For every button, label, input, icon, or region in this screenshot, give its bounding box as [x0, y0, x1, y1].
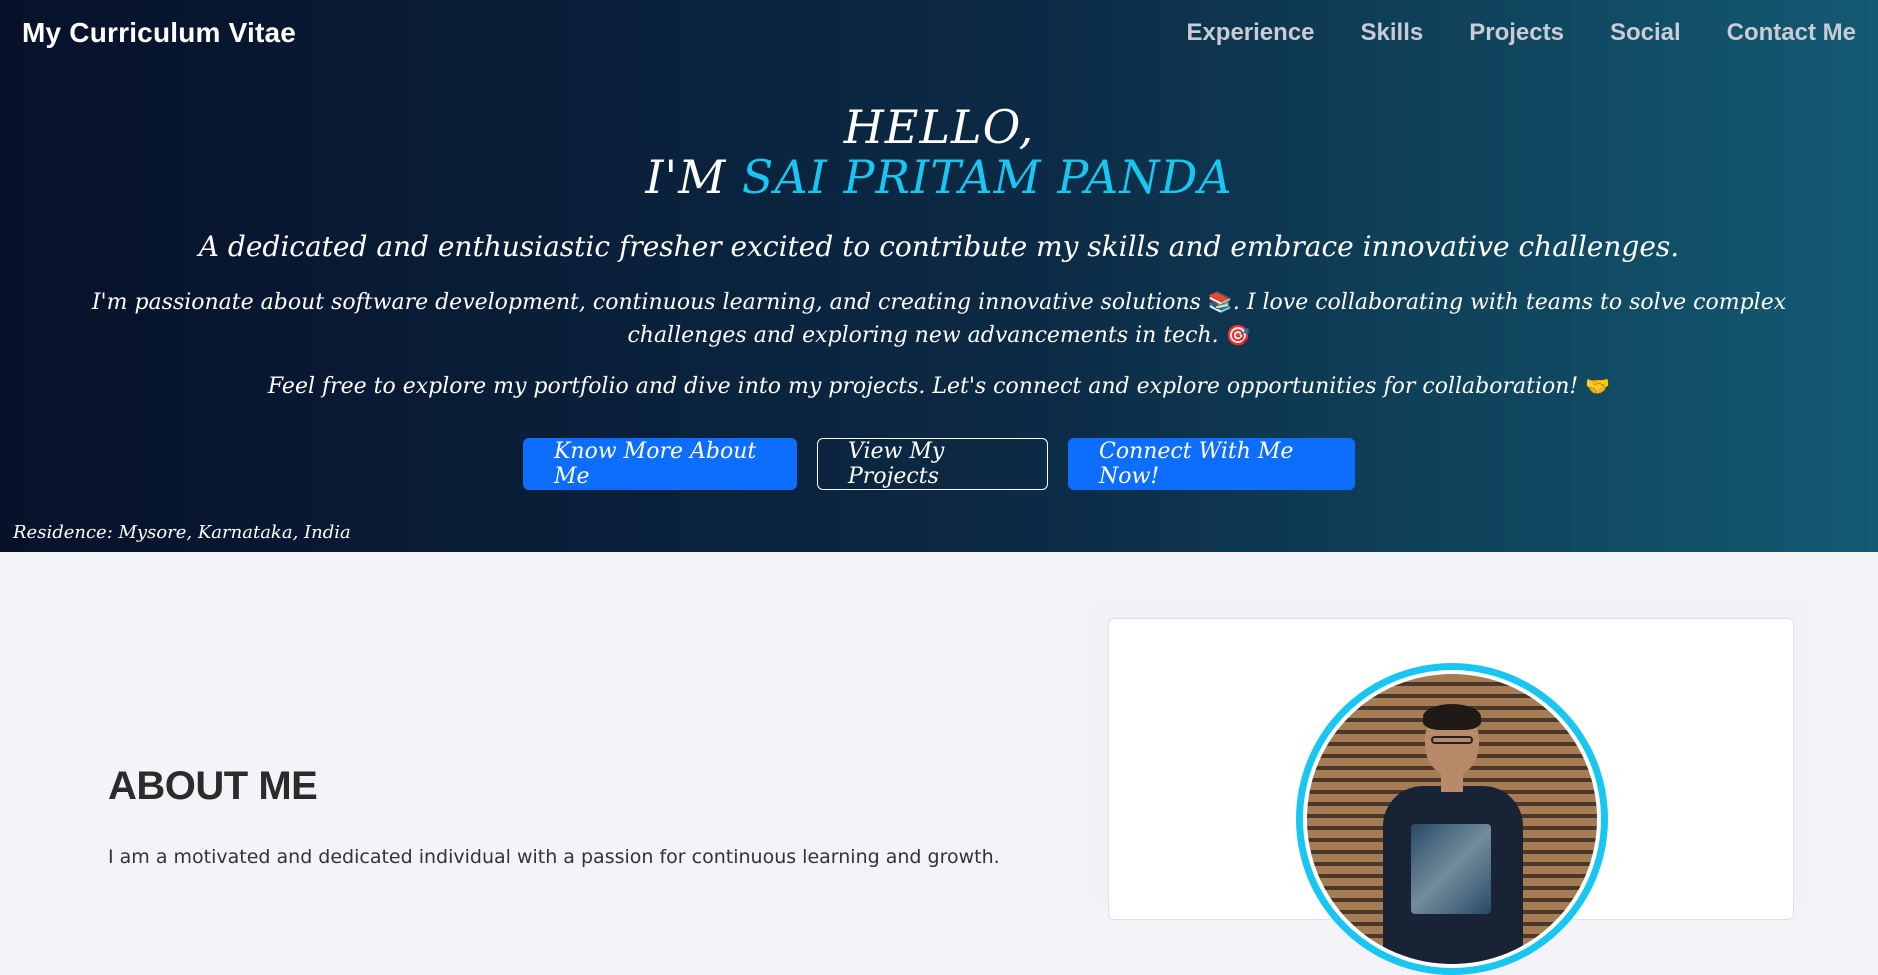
hero-name: SAI PRITAM PANDA [741, 150, 1233, 204]
nav-link-social[interactable]: Social [1610, 19, 1681, 47]
nav-link-experience[interactable]: Experience [1186, 19, 1314, 47]
books-icon: 📚 [1207, 290, 1233, 314]
hero-name-line: I'M SAI PRITAM PANDA [0, 152, 1878, 202]
hero-description-text: I'm passionate about software developmen… [91, 290, 1208, 315]
profile-photo-card [1108, 618, 1794, 975]
top-navbar: My Curriculum Vitae Experience Skills Pr… [0, 0, 1878, 66]
hero-greeting: HELLO, [843, 100, 1035, 154]
hero-buttons: Know More About Me View My Projects Conn… [0, 438, 1878, 490]
hero-invitation-text: Feel free to explore my portfolio and di… [267, 374, 1586, 399]
know-more-button[interactable]: Know More About Me [523, 438, 797, 490]
hero-tagline: A dedicated and enthusiastic fresher exc… [198, 230, 1680, 263]
hero-intro-prefix: I'M [645, 150, 742, 204]
residence-label: Residence: Mysore, Karnataka, India [13, 522, 351, 543]
nav-link-skills[interactable]: Skills [1361, 19, 1424, 47]
profile-photo-panel [1092, 602, 1806, 975]
target-icon: 🎯 [1225, 323, 1251, 347]
hero-section: My Curriculum Vitae Experience Skills Pr… [0, 0, 1878, 552]
nav-link-contact[interactable]: Contact Me [1727, 19, 1856, 47]
hero-invitation: Feel free to explore my portfolio and di… [89, 370, 1789, 403]
about-text: I am a motivated and dedicated individua… [108, 846, 1000, 868]
nav-links: Experience Skills Projects Social Contac… [1186, 19, 1856, 47]
avatar [1307, 674, 1597, 964]
hero-description: I'm passionate about software developmen… [89, 286, 1789, 352]
view-projects-button[interactable]: View My Projects [817, 438, 1048, 490]
avatar-ring [1296, 663, 1608, 975]
about-section: ABOUT ME I am a motivated and dedicated … [0, 552, 1878, 975]
hero-content: HELLO, I'M SAI PRITAM PANDA A dedicated … [0, 102, 1878, 403]
brand-logo[interactable]: My Curriculum Vitae [22, 17, 296, 49]
connect-button[interactable]: Connect With Me Now! [1068, 438, 1355, 490]
nav-link-projects[interactable]: Projects [1469, 19, 1564, 47]
handshake-icon: 🤝 [1585, 374, 1611, 398]
about-heading: ABOUT ME [108, 764, 318, 808]
